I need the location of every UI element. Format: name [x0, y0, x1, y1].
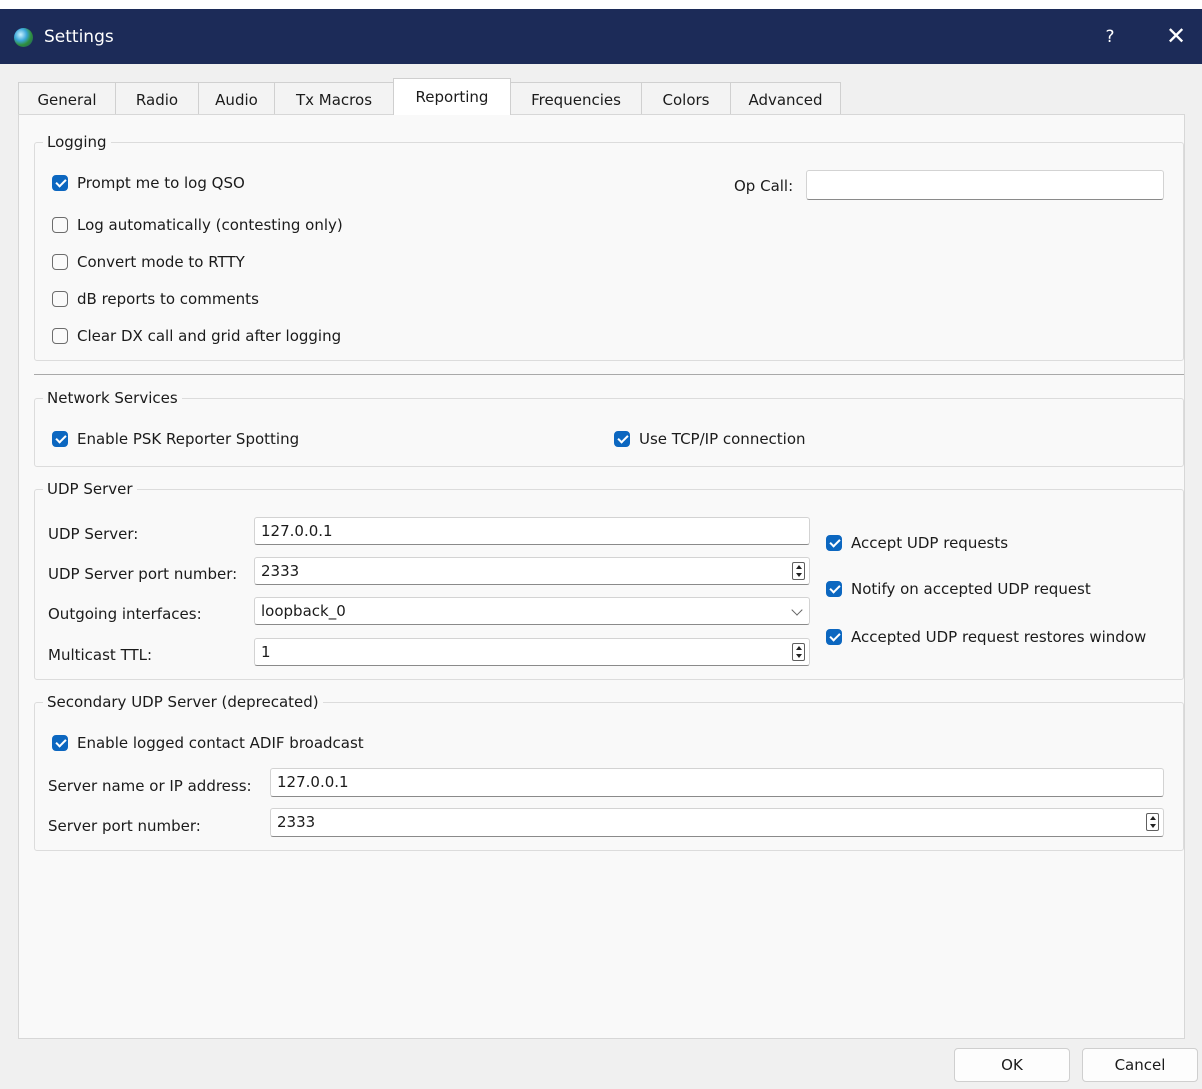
psk-reporter-checkbox[interactable]: Enable PSK Reporter Spotting: [52, 430, 299, 448]
server-port-spinbox[interactable]: 2333: [270, 808, 1164, 837]
spin-arrows-icon[interactable]: [1146, 813, 1159, 831]
outgoing-interfaces-label: Outgoing interfaces:: [48, 605, 202, 623]
prompt-log-qso-checkbox[interactable]: Prompt me to log QSO: [52, 174, 245, 192]
outgoing-interfaces-select[interactable]: loopback_0: [254, 597, 810, 625]
notify-udp-checkbox[interactable]: Notify on accepted UDP request: [826, 580, 1091, 598]
tab-frequencies[interactable]: Frequencies: [510, 82, 642, 114]
secondary-udp-legend: Secondary UDP Server (deprecated): [47, 693, 319, 711]
op-call-label: Op Call:: [734, 177, 794, 195]
section-separator: [34, 374, 1184, 375]
checkbox-label: Enable logged contact ADIF broadcast: [77, 734, 364, 752]
adif-broadcast-checkbox[interactable]: Enable logged contact ADIF broadcast: [52, 734, 364, 752]
checkbox-label: Enable PSK Reporter Spotting: [77, 430, 300, 448]
multicast-ttl-label: Multicast TTL:: [48, 646, 153, 664]
restore-window-checkbox[interactable]: Accepted UDP request restores window: [826, 628, 1146, 646]
checkbox-label: Log automatically (contesting only): [77, 216, 343, 234]
multicast-ttl-spinbox[interactable]: 1: [254, 638, 810, 666]
tab-general[interactable]: General: [18, 82, 116, 114]
logging-legend: Logging: [47, 133, 107, 151]
spin-arrows-icon[interactable]: [792, 643, 805, 661]
tab-colors[interactable]: Colors: [641, 82, 731, 114]
server-port-label: Server port number:: [48, 817, 201, 835]
udp-port-spinbox[interactable]: 2333: [254, 557, 810, 585]
checkbox-label: Accept UDP requests: [851, 534, 1009, 552]
cancel-button[interactable]: Cancel: [1082, 1048, 1198, 1082]
network-services-legend: Network Services: [47, 389, 178, 407]
window-title: Settings: [44, 27, 114, 47]
db-reports-comments-checkbox[interactable]: dB reports to comments: [52, 290, 259, 308]
ok-button[interactable]: OK: [954, 1048, 1070, 1082]
spin-arrows-icon[interactable]: [792, 562, 805, 580]
checkbox-label: Accepted UDP request restores window: [851, 628, 1147, 646]
checkbox-checked-icon[interactable]: [614, 431, 630, 447]
globe-icon: [14, 28, 33, 47]
checkbox-label: Clear DX call and grid after logging: [77, 327, 342, 345]
title-bar: Settings ? ✕: [0, 9, 1202, 64]
tab-audio[interactable]: Audio: [198, 82, 275, 114]
checkbox-label: Notify on accepted UDP request: [851, 580, 1091, 598]
checkbox-unchecked-icon[interactable]: [52, 254, 68, 270]
udp-server-label: UDP Server:: [48, 525, 139, 543]
accept-udp-checkbox[interactable]: Accept UDP requests: [826, 534, 1008, 552]
checkbox-checked-icon[interactable]: [52, 431, 68, 447]
tab-advanced[interactable]: Advanced: [730, 82, 841, 114]
log-automatically-checkbox[interactable]: Log automatically (contesting only): [52, 216, 343, 234]
checkbox-label: Convert mode to RTTY: [77, 253, 245, 271]
checkbox-unchecked-icon[interactable]: [52, 217, 68, 233]
checkbox-checked-icon[interactable]: [826, 535, 842, 551]
help-button[interactable]: ?: [1092, 23, 1128, 51]
checkbox-checked-icon[interactable]: [52, 735, 68, 751]
udp-port-value: 2333: [261, 562, 300, 580]
op-call-input[interactable]: [806, 170, 1164, 200]
tab-tx-macros[interactable]: Tx Macros: [274, 82, 394, 114]
tab-reporting[interactable]: Reporting: [393, 78, 511, 115]
server-name-input[interactable]: 127.0.0.1: [270, 768, 1164, 797]
close-button[interactable]: ✕: [1158, 21, 1194, 51]
window-top-edge: [0, 0, 1202, 9]
checkbox-checked-icon[interactable]: [826, 581, 842, 597]
checkbox-unchecked-icon[interactable]: [52, 291, 68, 307]
network-services-group: Network Services: [34, 389, 1184, 467]
tcp-ip-checkbox[interactable]: Use TCP/IP connection: [614, 430, 806, 448]
checkbox-checked-icon[interactable]: [826, 629, 842, 645]
convert-mode-rtty-checkbox[interactable]: Convert mode to RTTY: [52, 253, 245, 271]
outgoing-interfaces-value: loopback_0: [261, 602, 346, 620]
udp-server-input[interactable]: 127.0.0.1: [254, 517, 810, 545]
clear-dx-call-checkbox[interactable]: Clear DX call and grid after logging: [52, 327, 341, 345]
chevron-down-icon[interactable]: [791, 604, 803, 616]
tab-radio[interactable]: Radio: [115, 82, 199, 114]
udp-server-legend: UDP Server: [47, 480, 133, 498]
checkbox-label: dB reports to comments: [77, 290, 259, 308]
checkbox-checked-icon[interactable]: [52, 175, 68, 191]
checkbox-unchecked-icon[interactable]: [52, 328, 68, 344]
server-name-label: Server name or IP address:: [48, 777, 252, 795]
checkbox-label: Use TCP/IP connection: [639, 430, 806, 448]
udp-port-label: UDP Server port number:: [48, 565, 238, 583]
checkbox-label: Prompt me to log QSO: [77, 174, 245, 192]
multicast-ttl-value: 1: [261, 643, 271, 661]
server-port-value: 2333: [277, 813, 316, 831]
